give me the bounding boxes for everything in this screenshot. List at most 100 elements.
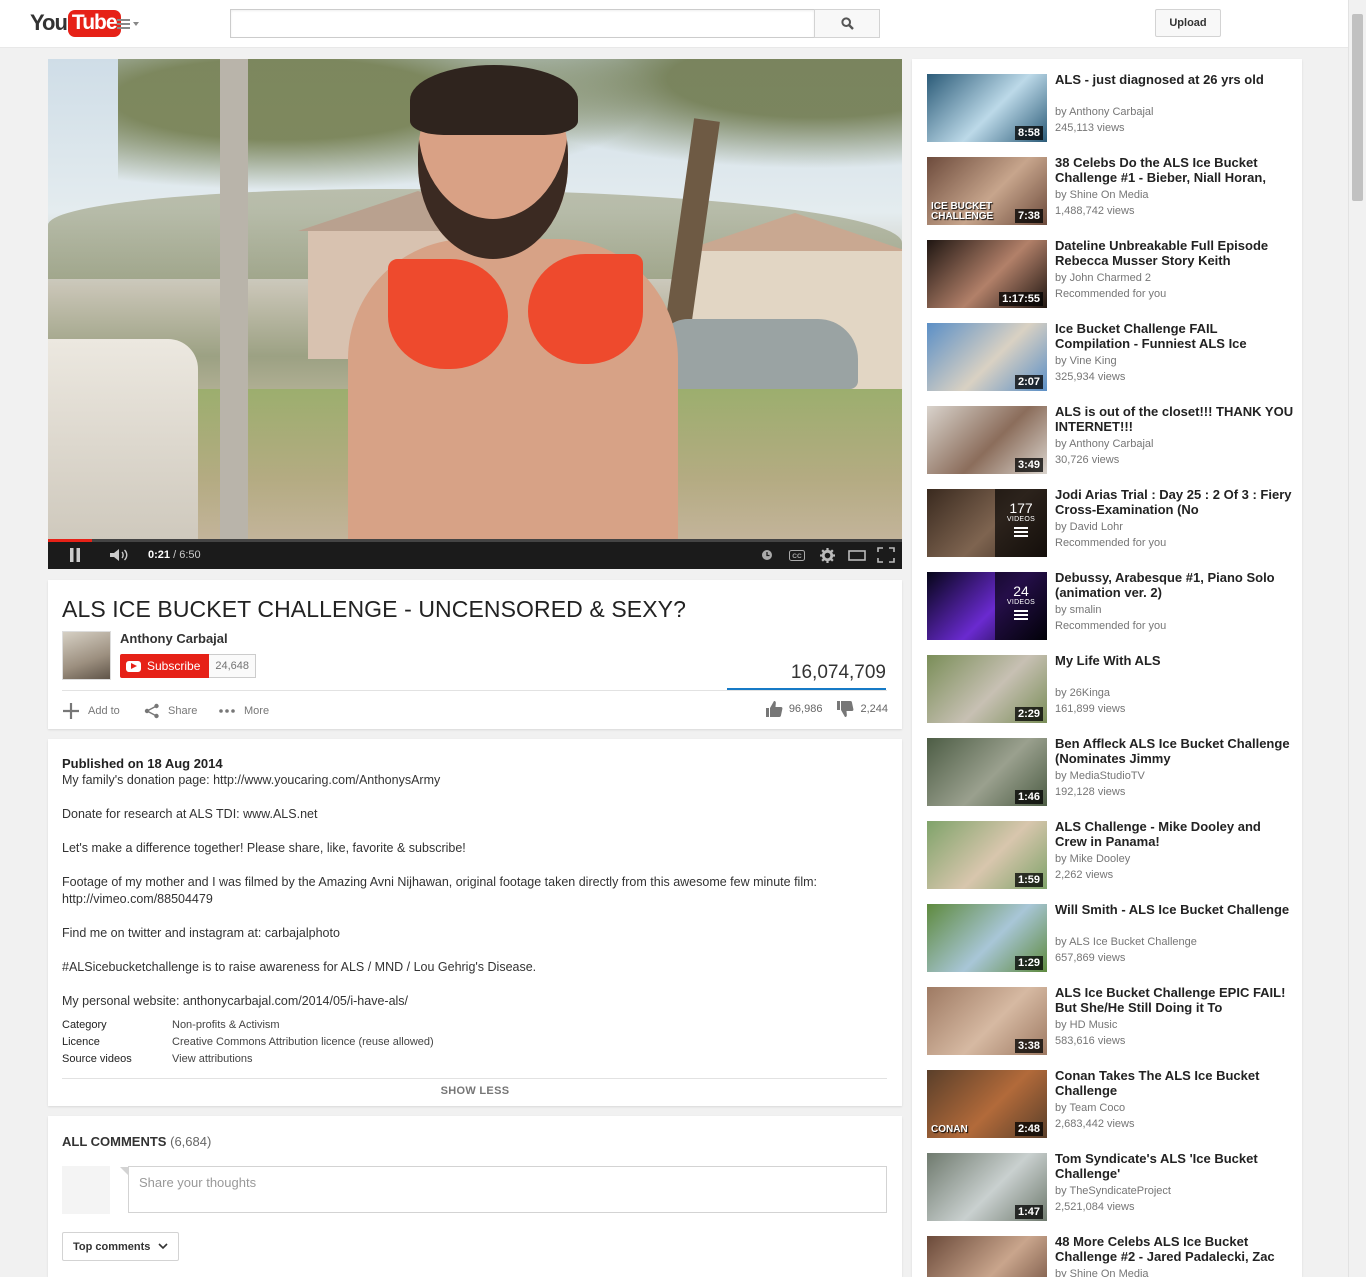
progress-bar[interactable] [48, 539, 902, 542]
related-video-meta: 2,521,084 views [1055, 1201, 1135, 1213]
settings-button[interactable] [818, 547, 836, 563]
thumbs-up-icon[interactable] [765, 700, 783, 718]
thumbs-down-icon[interactable] [836, 700, 854, 718]
related-video-title[interactable]: ALS is out of the closet!!! THANK YOU IN… [1055, 404, 1295, 434]
fullscreen-button[interactable] [876, 547, 896, 563]
related-video-channel: by Mike Dooley [1055, 853, 1131, 865]
related-video-item[interactable]: 2:07 Ice Bucket Challenge FAIL Compilatio… [927, 321, 1297, 393]
related-video-channel: by Anthony Carbajal [1055, 438, 1154, 450]
comment-input[interactable]: Share your thoughts [120, 1166, 887, 1213]
related-video-item[interactable]: ICE BUCKET CHALLENGE 7:38 38 Celebs Do the… [927, 155, 1297, 227]
related-video-title[interactable]: Ben Affleck ALS Ice Bucket Challenge (No… [1055, 736, 1295, 766]
related-video-title[interactable]: My Life With ALS [1055, 653, 1295, 668]
video-thumbnail[interactable]: 2:29 [927, 655, 1047, 723]
video-thumbnail[interactable]: 177 VIDEOS [927, 489, 1047, 557]
video-frame[interactable] [48, 59, 902, 539]
related-video-meta: Recommended for you [1055, 537, 1167, 549]
video-thumbnail[interactable]: 1:59 [927, 821, 1047, 889]
related-video-item[interactable]: 3:49 ALS is out of the closet!!! THANK YO… [927, 404, 1297, 476]
theater-mode-button[interactable] [847, 547, 867, 563]
video-duration: 2:07 [1014, 375, 1043, 389]
meta-licence: Licence Creative Commons Attribution lic… [62, 1036, 434, 1048]
comments-title: ALL COMMENTS [62, 1134, 167, 1149]
thumbnail-caption: CONAN [931, 1124, 968, 1135]
channel-avatar[interactable] [62, 631, 111, 680]
related-video-item[interactable]: 1:29 Will Smith - ALS Ice Bucket Challeng… [927, 902, 1297, 974]
related-video-title[interactable]: Ice Bucket Challenge FAIL Compilation - … [1055, 321, 1295, 351]
search-input[interactable] [230, 9, 815, 38]
more-button[interactable]: More [218, 703, 269, 719]
youtube-logo[interactable]: You Tube [30, 8, 121, 38]
page-scrollbar[interactable] [1348, 0, 1366, 1277]
video-thumbnail[interactable]: 3:49 [927, 406, 1047, 474]
search-button[interactable] [814, 9, 880, 38]
related-video-title[interactable]: Jodi Arias Trial : Day 25 : 2 Of 3 : Fie… [1055, 487, 1295, 517]
related-video-title[interactable]: ALS Ice Bucket Challenge EPIC FAIL! But … [1055, 985, 1295, 1015]
subscribe-button[interactable]: Subscribe [120, 654, 210, 678]
video-thumbnail[interactable]: ICE [927, 1236, 1047, 1277]
logo-you: You [30, 10, 68, 35]
related-video-title[interactable]: Dateline Unbreakable Full Episode Rebecc… [1055, 238, 1295, 268]
meta-value[interactable]: Non-profits & Activism [172, 1019, 280, 1031]
related-video-title[interactable]: 38 Celebs Do the ALS Ice Bucket Challeng… [1055, 155, 1295, 185]
related-video-item[interactable]: CONAN 2:48 Conan Takes The ALS Ice Bucket … [927, 1068, 1297, 1140]
related-video-title[interactable]: ALS Challenge - Mike Dooley and Crew in … [1055, 819, 1295, 849]
divider [62, 690, 887, 691]
total-time: / 6:50 [173, 549, 201, 561]
comment-sort-dropdown[interactable]: Top comments [62, 1232, 179, 1261]
share-button[interactable]: Share [144, 703, 197, 719]
meta-value[interactable]: Creative Commons Attribution licence (re… [172, 1036, 434, 1048]
video-thumbnail[interactable]: 1:46 [927, 738, 1047, 806]
watch-later-button[interactable] [760, 547, 774, 563]
related-video-title[interactable]: Debussy, Arabesque #1, Piano Solo (anima… [1055, 570, 1295, 600]
related-video-item[interactable]: 1:59 ALS Challenge - Mike Dooley and Crew… [927, 819, 1297, 891]
time-display: 0:21 / 6:50 [148, 549, 201, 561]
related-video-title[interactable]: Conan Takes The ALS Ice Bucket Challenge [1055, 1068, 1295, 1098]
video-person [348, 65, 678, 539]
video-player[interactable]: 0:21 / 6:50 CC [48, 59, 902, 569]
meta-source-videos: Source videos View attributions [62, 1053, 253, 1065]
related-video-item[interactable]: 24 VIDEOS Debussy, Arabesque #1, Piano Sol… [927, 570, 1297, 642]
related-video-item[interactable]: 3:38 ALS Ice Bucket Challenge EPIC FAIL! … [927, 985, 1297, 1057]
guide-menu-button[interactable] [117, 16, 143, 32]
related-video-item[interactable]: ICE 48 More Celebs ALS Ice Bucket Challen… [927, 1234, 1297, 1277]
related-video-title[interactable]: 48 More Celebs ALS Ice Bucket Challenge … [1055, 1234, 1295, 1264]
video-thumbnail[interactable]: 1:47 [927, 1153, 1047, 1221]
related-video-title[interactable]: Tom Syndicate's ALS 'Ice Bucket Challeng… [1055, 1151, 1295, 1181]
related-video-title[interactable]: Will Smith - ALS Ice Bucket Challenge [1055, 902, 1295, 917]
show-less-button[interactable]: SHOW LESS [48, 1085, 902, 1097]
related-video-item[interactable]: 1:47 Tom Syndicate's ALS 'Ice Bucket Chal… [927, 1151, 1297, 1223]
video-thumbnail[interactable]: 1:29 [927, 904, 1047, 972]
playlist-overlay: 177 VIDEOS [995, 489, 1047, 557]
logo-tube: Tube [67, 9, 121, 37]
comments-count: (6,684) [170, 1134, 212, 1149]
add-to-button[interactable]: Add to [62, 703, 120, 719]
related-video-item[interactable]: 8:58 ALS - just diagnosed at 26 yrs old by… [927, 72, 1297, 144]
channel-name[interactable]: Anthony Carbajal [120, 631, 228, 646]
pause-button[interactable] [66, 547, 84, 563]
video-thumbnail[interactable]: 8:58 [927, 74, 1047, 142]
video-thumbnail[interactable]: CONAN 2:48 [927, 1070, 1047, 1138]
related-video-item[interactable]: 1:17:55 Dateline Unbreakable Full Episode… [927, 238, 1297, 310]
video-thumbnail[interactable]: 1:17:55 [927, 240, 1047, 308]
current-time: 0:21 [148, 549, 171, 561]
share-icon [144, 703, 159, 719]
related-video-title[interactable]: ALS - just diagnosed at 26 yrs old [1055, 72, 1295, 87]
related-video-meta: 1,488,742 views [1055, 205, 1135, 217]
captions-button[interactable]: CC [788, 547, 806, 563]
comments-card: ALL COMMENTS (6,684) Share your thoughts… [48, 1116, 902, 1277]
related-video-item[interactable]: 177 VIDEOS Jodi Arias Trial : Day 25 : 2 O… [927, 487, 1297, 559]
related-video-item[interactable]: 2:29 My Life With ALS by 26Kinga 161,899 vi… [927, 653, 1297, 725]
upload-button[interactable]: Upload [1155, 9, 1221, 37]
meta-value[interactable]: View attributions [172, 1053, 253, 1065]
video-thumbnail[interactable]: 24 VIDEOS [927, 572, 1047, 640]
description-body: Published on 18 Aug 2014 My family's don… [62, 755, 882, 1010]
related-video-item[interactable]: 1:46 Ben Affleck ALS Ice Bucket Challenge… [927, 736, 1297, 808]
description-link[interactable]: http://vimeo.com/88504479 [62, 891, 882, 908]
video-thumbnail[interactable]: 3:38 [927, 987, 1047, 1055]
video-thumbnail[interactable]: 2:07 [927, 323, 1047, 391]
video-thumbnail[interactable]: ICE BUCKET CHALLENGE 7:38 [927, 157, 1047, 225]
related-video-channel: by HD Music [1055, 1019, 1118, 1031]
scrollbar-thumb[interactable] [1352, 14, 1363, 201]
volume-button[interactable] [108, 547, 130, 563]
